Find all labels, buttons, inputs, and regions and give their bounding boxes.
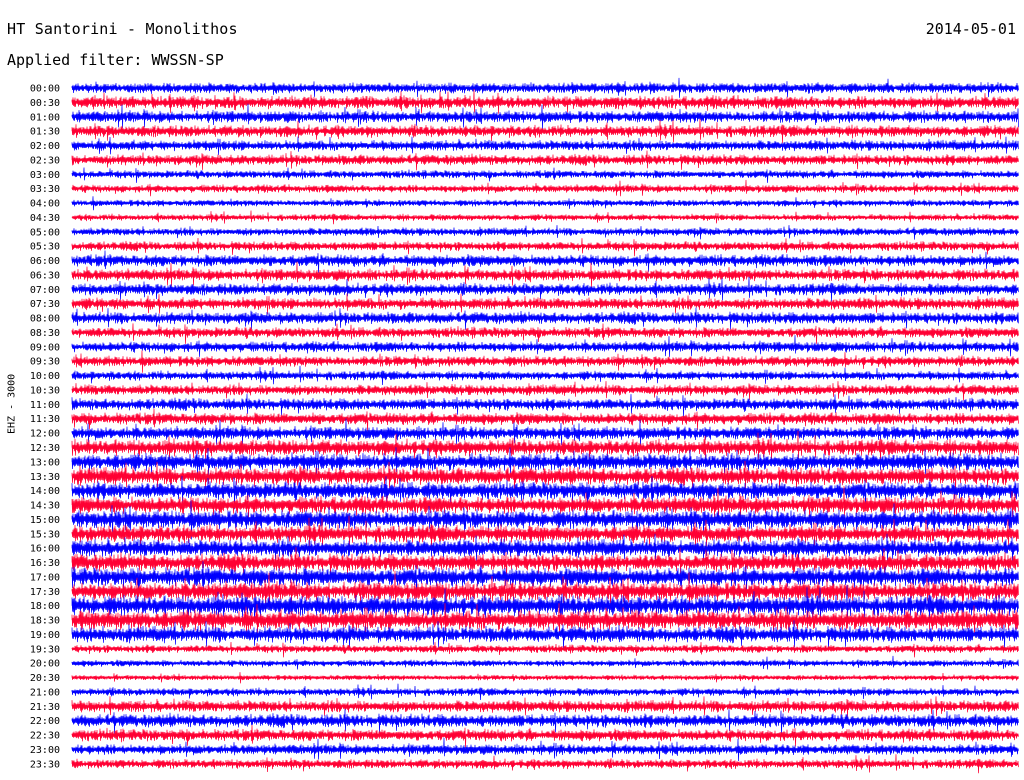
- trace-row-0400: [71, 196, 1019, 211]
- trace-row-2030: [71, 672, 1019, 684]
- time-label-0200: 02:00: [30, 141, 60, 152]
- trace-row-0230: [71, 150, 1019, 171]
- time-label-1500: 15:00: [30, 515, 60, 526]
- trace-row-0930: [71, 350, 1019, 373]
- time-label-0300: 03:00: [30, 170, 60, 181]
- time-label-1030: 10:30: [30, 385, 60, 396]
- trace-row-1030: [71, 381, 1019, 401]
- trace-row-2330: [71, 754, 1019, 774]
- time-label-1730: 17:30: [30, 587, 60, 598]
- trace-row-2130: [71, 696, 1019, 718]
- trace-row-2200: [71, 708, 1019, 736]
- trace-row-0730: [71, 293, 1019, 315]
- trace-row-1930: [71, 641, 1019, 658]
- trace-row-1100: [71, 393, 1019, 418]
- time-label-2030: 20:30: [30, 673, 60, 684]
- time-label-0330: 03:30: [30, 184, 60, 195]
- time-label-0630: 06:30: [30, 270, 60, 281]
- time-label-0430: 04:30: [30, 213, 60, 224]
- time-label-1930: 19:30: [30, 644, 60, 655]
- time-label-0400: 04:00: [30, 199, 60, 210]
- trace-row-2000: [71, 655, 1019, 670]
- time-label-1200: 12:00: [30, 429, 60, 440]
- time-label-1130: 11:30: [30, 414, 60, 425]
- trace-row-2230: [71, 724, 1019, 748]
- time-label-2200: 22:00: [30, 716, 60, 727]
- trace-row-1000: [71, 365, 1019, 386]
- time-label-0930: 09:30: [30, 357, 60, 368]
- trace-row-0500: [71, 225, 1019, 240]
- trace-row-0600: [71, 250, 1019, 274]
- time-label-0130: 01:30: [30, 127, 60, 138]
- time-label-1900: 19:00: [30, 630, 60, 641]
- trace-row-0700: [71, 276, 1019, 302]
- time-label-1430: 14:30: [30, 501, 60, 512]
- time-label-2330: 23:30: [30, 759, 60, 770]
- time-label-1230: 12:30: [30, 443, 60, 454]
- trace-row-2100: [71, 683, 1019, 701]
- trace-row-0100: [71, 103, 1019, 130]
- time-label-2300: 23:00: [30, 745, 60, 756]
- time-label-1830: 18:30: [30, 616, 60, 627]
- time-label-0530: 05:30: [30, 242, 60, 253]
- time-label-1530: 15:30: [30, 529, 60, 540]
- trace-row-0330: [71, 179, 1019, 197]
- time-label-2230: 22:30: [30, 731, 60, 742]
- time-label-1400: 14:00: [30, 486, 60, 497]
- trace-row-0900: [71, 335, 1019, 357]
- time-label-0600: 06:00: [30, 256, 60, 267]
- time-label-0730: 07:30: [30, 299, 60, 310]
- trace-row-0530: [71, 237, 1019, 257]
- time-label-0230: 02:30: [30, 155, 60, 166]
- time-label-1000: 10:00: [30, 371, 60, 382]
- time-label-0900: 09:00: [30, 342, 60, 353]
- trace-row-1130: [71, 408, 1019, 432]
- trace-row-0300: [71, 167, 1019, 183]
- time-label-0800: 08:00: [30, 314, 60, 325]
- time-label-2000: 20:00: [30, 659, 60, 670]
- helicorder-plot: 00:00 00:30 01:00 01:30 02:00 02:30 03:00 03:30…: [30, 77, 1019, 774]
- trace-row-0030: [71, 88, 1019, 114]
- time-label-0500: 05:00: [30, 227, 60, 238]
- trace-row-0830: [71, 323, 1019, 344]
- time-label-1330: 13:30: [30, 472, 60, 483]
- trace-row-2300: [71, 737, 1019, 762]
- time-label-0030: 00:30: [30, 98, 60, 109]
- time-label-0100: 01:00: [30, 112, 60, 123]
- time-label-0700: 07:00: [30, 285, 60, 296]
- trace-row-0000: [71, 77, 1019, 98]
- trace-row-0430: [71, 210, 1019, 225]
- time-label-1800: 18:00: [30, 601, 60, 612]
- trace-row-0200: [71, 136, 1019, 155]
- time-label-2130: 21:30: [30, 702, 60, 713]
- time-label-0830: 08:30: [30, 328, 60, 339]
- time-label-1600: 16:00: [30, 544, 60, 555]
- time-label-1300: 13:00: [30, 457, 60, 468]
- time-label-1630: 16:30: [30, 558, 60, 569]
- time-label-0000: 00:00: [30, 84, 60, 95]
- time-label-1700: 17:00: [30, 572, 60, 583]
- time-label-1100: 11:00: [30, 400, 60, 411]
- time-label-2100: 21:00: [30, 687, 60, 698]
